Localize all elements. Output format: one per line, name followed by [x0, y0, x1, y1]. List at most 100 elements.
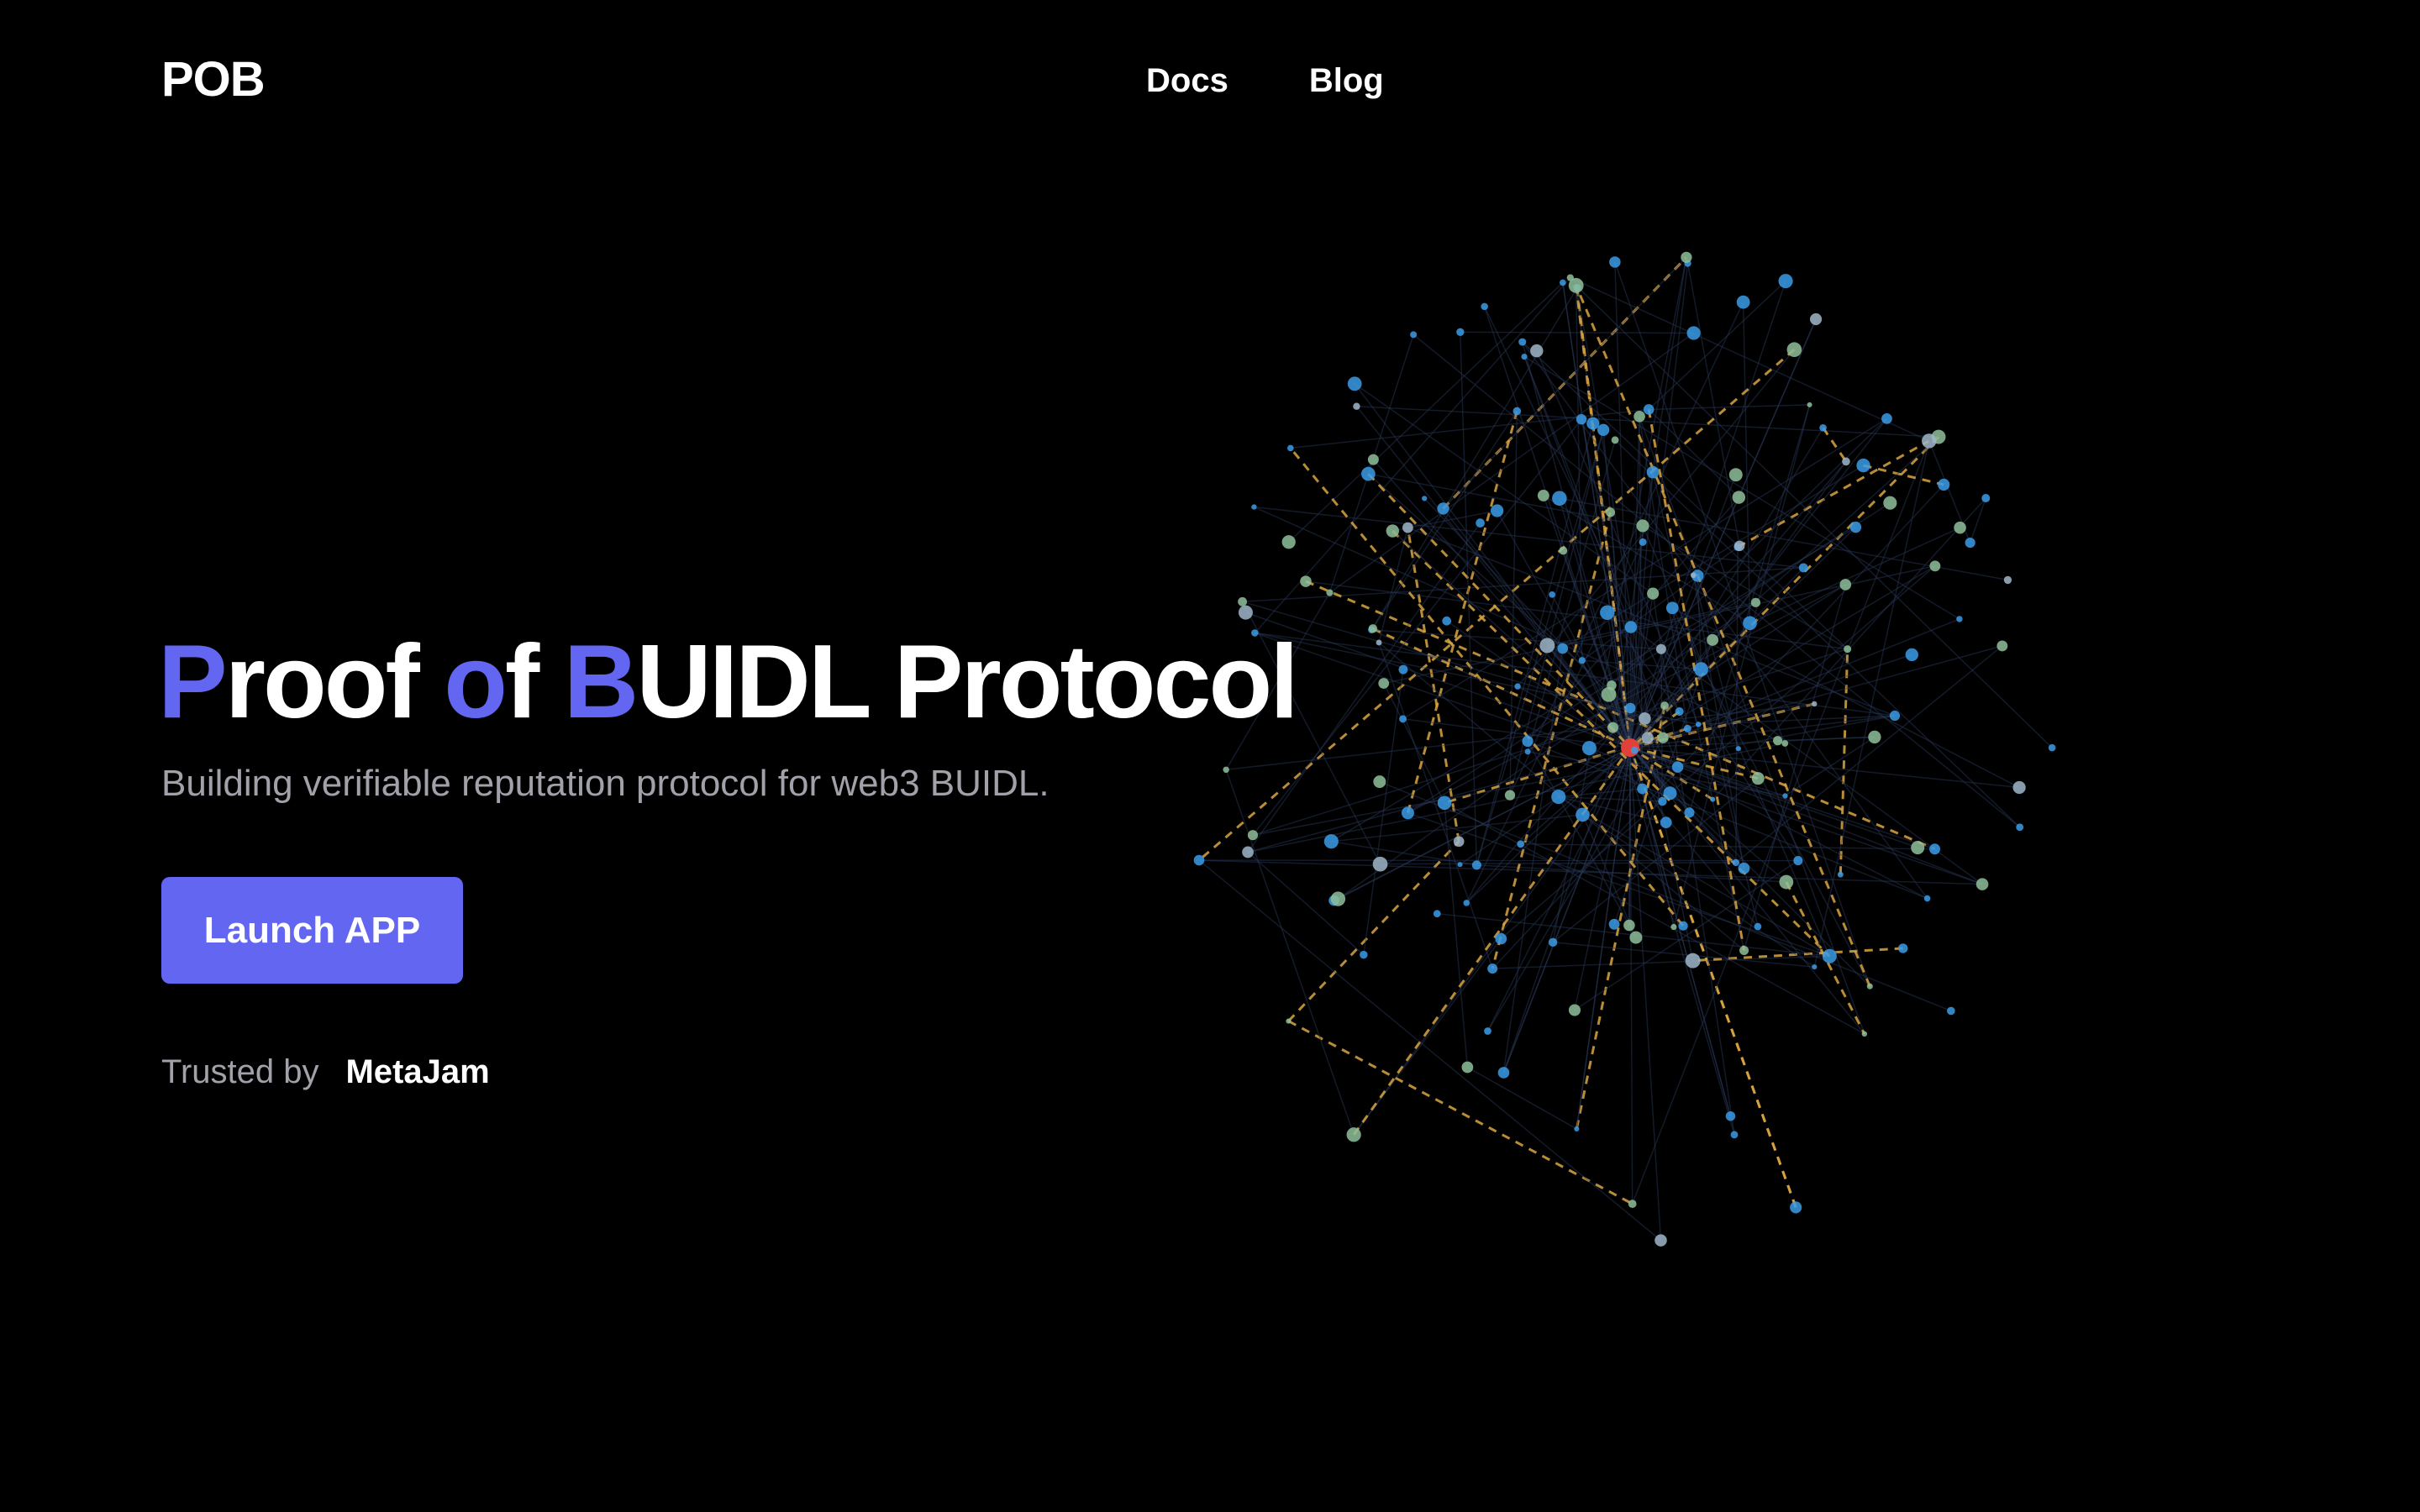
graph-node — [1660, 816, 1672, 828]
graph-node — [1975, 878, 1989, 890]
graph-node — [2048, 743, 2056, 752]
graph-node — [1965, 537, 1975, 549]
graph-node — [1287, 444, 1294, 452]
logo[interactable]: POB — [161, 50, 266, 109]
graph-node — [1247, 830, 1259, 841]
graph-node — [1773, 736, 1783, 746]
main-nav: Docs Blog — [1146, 59, 1384, 102]
graph-node — [1504, 790, 1516, 801]
graph-node — [1881, 413, 1892, 424]
graph-node — [1399, 715, 1407, 723]
graph-node — [1609, 256, 1621, 268]
graph-node — [1954, 521, 1966, 534]
graph-node — [1690, 572, 1697, 579]
graph-node — [1238, 605, 1253, 620]
trusted-by-label: Trusted by — [161, 1053, 319, 1090]
graph-node — [1658, 796, 1667, 806]
graph-node — [1476, 518, 1485, 528]
graph-node — [1681, 251, 1692, 263]
graph-edge — [1649, 404, 1810, 411]
trusted-brand-metajam[interactable]: MetaJam — [345, 1053, 489, 1091]
graph-node — [1790, 1201, 1802, 1214]
graph-edge — [1502, 707, 1631, 1074]
graph-node — [1736, 295, 1750, 309]
graph-node — [1693, 662, 1708, 677]
graph-node — [1461, 1061, 1474, 1074]
graph-node — [2016, 823, 2024, 832]
graph-node — [1655, 1234, 1667, 1247]
graph-node — [1522, 735, 1534, 748]
graph-node — [1822, 948, 1837, 963]
graph-node — [1281, 535, 1296, 549]
graph-node — [1611, 436, 1619, 444]
graph-node — [1849, 521, 1862, 533]
graph-node — [1560, 279, 1566, 286]
graph-node — [1738, 862, 1750, 874]
graph-node — [1597, 423, 1610, 436]
graph-node — [1665, 601, 1679, 615]
graph-node — [1710, 796, 1716, 802]
graph-node — [1442, 616, 1452, 626]
graph-node — [1730, 1131, 1739, 1139]
graph-node — [1373, 775, 1386, 789]
graph-node — [1624, 621, 1638, 633]
graph-node — [1743, 616, 1757, 631]
graph-node — [1491, 504, 1504, 517]
graph-node — [1660, 701, 1669, 710]
graph-node — [1559, 546, 1568, 555]
graph-node — [1641, 732, 1654, 744]
graph-edge — [1629, 281, 1786, 748]
graph-node — [1347, 376, 1362, 391]
graph-node — [1361, 466, 1376, 481]
graph-node — [1684, 807, 1695, 818]
graph-node — [1981, 494, 1991, 503]
graph-node — [1639, 712, 1651, 725]
graph-node — [1628, 1200, 1637, 1209]
graph-node — [1398, 664, 1408, 675]
graph-node — [1437, 502, 1449, 515]
graph-node — [1807, 402, 1812, 407]
graph-edge — [1287, 840, 1460, 1022]
graph-node — [1883, 496, 1897, 510]
graph-node — [1678, 921, 1688, 931]
graph-node — [1812, 964, 1818, 970]
graph-node — [1683, 724, 1691, 732]
graph-node — [1608, 918, 1620, 930]
graph-node — [1646, 465, 1660, 479]
graph-node — [1728, 468, 1743, 482]
graph-edge — [1652, 593, 1735, 1135]
graph-node — [1481, 302, 1488, 311]
nav-link-blog[interactable]: Blog — [1309, 59, 1384, 102]
graph-node — [1495, 932, 1507, 945]
graph-node — [1574, 1126, 1580, 1131]
graph-edge — [1517, 349, 1795, 687]
graph-node — [1410, 331, 1418, 339]
graph-node — [1844, 645, 1852, 654]
graph-node — [1647, 587, 1660, 600]
graph-node — [1812, 701, 1818, 707]
graph-edge — [1247, 851, 1365, 956]
graph-node — [1514, 683, 1521, 690]
graph-node — [2012, 780, 2026, 795]
graph-node — [1922, 433, 1937, 449]
graph-node — [1839, 579, 1852, 591]
graph-node — [1367, 454, 1379, 465]
graph-node — [1911, 841, 1925, 855]
nav-link-docs[interactable]: Docs — [1146, 59, 1228, 102]
graph-node — [1463, 900, 1470, 906]
hero-title-part: f — [504, 624, 564, 740]
graph-node — [1600, 605, 1615, 620]
launch-app-button[interactable]: Launch APP — [161, 877, 463, 984]
graph-node — [1242, 846, 1254, 858]
hero-title-letter-b: B — [563, 624, 639, 740]
graph-node — [1956, 616, 1963, 622]
graph-edge — [1225, 769, 1355, 1136]
graph-node — [1929, 560, 1941, 572]
trusted-by: Trusted by MetaJam — [161, 1053, 490, 1091]
graph-node — [1581, 741, 1597, 756]
graph-node — [1629, 931, 1643, 944]
hero-title-letter-p: P — [158, 624, 228, 740]
graph-edge — [1198, 859, 1661, 1242]
graph-node — [1353, 402, 1360, 410]
graph-node — [1484, 1027, 1491, 1035]
